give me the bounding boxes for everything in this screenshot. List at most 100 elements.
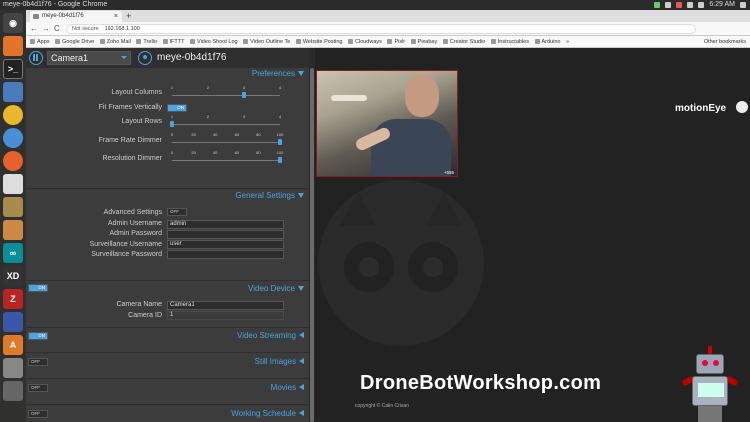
section-general-settings[interactable]: General Settings bbox=[26, 190, 309, 202]
indicator-icon[interactable] bbox=[654, 2, 661, 8]
layout-columns-slider[interactable]: 1 2 3 4 bbox=[171, 85, 281, 99]
resolution-dimmer-label: Resolution Dimmer bbox=[102, 155, 162, 162]
advanced-settings-label: Advanced Settings bbox=[103, 209, 162, 216]
slider-tick-label: 0 bbox=[170, 150, 174, 155]
admin-username-field[interactable]: admin bbox=[167, 220, 284, 229]
launcher: ◉ >_ ∞ XD Z A bbox=[0, 10, 26, 422]
bookmark-label: Pixabay bbox=[417, 39, 438, 45]
new-tab-button[interactable]: + bbox=[126, 11, 131, 21]
other-bookmarks[interactable]: Other bookmarks bbox=[704, 36, 746, 47]
forward-button[interactable]: → bbox=[42, 24, 50, 34]
eclipse-icon[interactable] bbox=[3, 312, 23, 332]
camera-image-part bbox=[405, 75, 439, 117]
owl-ear bbox=[426, 192, 462, 226]
camera-name-field[interactable]: Camera1 bbox=[167, 301, 284, 310]
scrollbar-thumb[interactable] bbox=[310, 68, 314, 422]
chromium-icon[interactable] bbox=[3, 128, 23, 148]
section-video-streaming[interactable]: Video Streaming bbox=[26, 330, 309, 342]
slider-knob[interactable] bbox=[242, 92, 246, 98]
browser-tab[interactable]: meye-0b4d1f76 × bbox=[30, 11, 122, 22]
bookmark-item[interactable]: Cloudways bbox=[348, 36, 382, 47]
arduino-icon[interactable]: ∞ bbox=[3, 243, 23, 263]
settings-icon[interactable] bbox=[740, 2, 746, 8]
firefox-icon[interactable] bbox=[3, 151, 23, 171]
camera-settings-icon[interactable] bbox=[138, 51, 152, 65]
section-title: General Settings bbox=[235, 191, 295, 200]
bookmark-item[interactable]: Arduino bbox=[534, 36, 560, 47]
bookmark-label: Zoho Mail bbox=[106, 39, 131, 45]
clock[interactable]: 6:29 AM bbox=[709, 0, 735, 10]
bookmark-label: Apps bbox=[37, 39, 50, 45]
layout-rows-slider[interactable]: 1 2 3 4 bbox=[170, 114, 281, 128]
bookmark-icon bbox=[136, 39, 142, 44]
chrome-icon[interactable] bbox=[3, 105, 23, 125]
back-button[interactable]: ← bbox=[30, 24, 38, 34]
surveillance-username-field[interactable]: user bbox=[167, 240, 284, 249]
surveillance-password-field[interactable] bbox=[167, 250, 284, 259]
calculator-icon[interactable] bbox=[3, 358, 23, 378]
bookmark-item[interactable]: IFTTT bbox=[162, 36, 184, 47]
bookmark-item[interactable]: Apps bbox=[30, 36, 50, 47]
section-movies[interactable]: Movies bbox=[26, 382, 309, 394]
slider-tick-label: 100 bbox=[276, 150, 284, 155]
slider-tick-label: 80 bbox=[256, 150, 261, 155]
slider-track bbox=[172, 95, 280, 96]
network-icon[interactable] bbox=[687, 2, 694, 8]
software-center-icon[interactable]: A bbox=[3, 335, 23, 355]
filezilla-icon[interactable]: Z bbox=[3, 289, 23, 309]
section-working-schedule[interactable]: Working Schedule bbox=[26, 408, 309, 420]
indicator-icon[interactable] bbox=[676, 2, 683, 8]
bookmark-icon bbox=[30, 39, 35, 44]
bookmark-item[interactable]: Creator Studio bbox=[442, 36, 485, 47]
advanced-settings-toggle[interactable]: OFF bbox=[167, 208, 187, 216]
bookmark-item[interactable]: Google Drive bbox=[55, 36, 94, 47]
admin-password-field[interactable] bbox=[167, 230, 284, 239]
frame-rate-dimmer-slider[interactable]: 0 20 40 60 80 100 bbox=[171, 132, 283, 146]
slider-tick-label: 20 bbox=[191, 150, 196, 155]
pause-icon[interactable] bbox=[29, 51, 43, 65]
bookmark-item[interactable]: Pixlr bbox=[387, 36, 405, 47]
bookmarks-overflow[interactable]: » bbox=[566, 36, 569, 47]
section-still-images[interactable]: Still Images bbox=[26, 356, 309, 368]
fit-frames-label: Fit Frames Vertically bbox=[98, 104, 162, 111]
fit-frames-toggle[interactable]: ON bbox=[167, 104, 187, 112]
resolution-dimmer-slider[interactable]: 0 20 40 60 80 100 bbox=[171, 150, 283, 164]
slider-knob[interactable] bbox=[278, 157, 282, 163]
bookmark-item[interactable]: Website Posting bbox=[295, 36, 342, 47]
camera-id-label: Camera ID bbox=[128, 312, 162, 319]
bookmark-item[interactable]: Video Shoot Log bbox=[190, 36, 238, 47]
section-video-device[interactable]: Video Device bbox=[26, 283, 309, 295]
indicator-icon[interactable] bbox=[665, 2, 672, 8]
text-editor-icon[interactable] bbox=[3, 174, 23, 194]
dash-icon[interactable]: ◉ bbox=[3, 13, 23, 33]
slider-knob[interactable] bbox=[170, 121, 174, 127]
tab-close-icon[interactable]: × bbox=[114, 11, 118, 22]
reload-button[interactable]: C bbox=[54, 24, 60, 34]
owl-eye bbox=[408, 242, 458, 292]
files-icon[interactable] bbox=[3, 36, 23, 56]
url-field[interactable]: Not secure 192.168.1.100 bbox=[66, 24, 696, 34]
slider-knob[interactable] bbox=[278, 139, 282, 145]
camera-select[interactable]: Camera1 bbox=[47, 51, 131, 65]
bookmark-item[interactable]: Trello bbox=[136, 36, 157, 47]
trash-icon[interactable] bbox=[3, 381, 23, 401]
volume-icon[interactable] bbox=[698, 2, 705, 8]
bookmark-item[interactable]: Pixabay bbox=[410, 36, 438, 47]
security-indicator[interactable]: Not secure bbox=[72, 26, 99, 32]
layout-rows-label: Layout Rows bbox=[121, 118, 162, 125]
camera-frame[interactable]: +555 bbox=[316, 70, 458, 177]
bookmark-item[interactable]: Zoho Mail bbox=[99, 36, 131, 47]
url-text: 192.168.1.100 bbox=[104, 26, 140, 32]
screen: meye-0b4d1f76 - Google Chrome 6:29 AM ◉ … bbox=[0, 0, 750, 422]
photo-icon[interactable] bbox=[3, 220, 23, 240]
section-preferences[interactable]: Preferences bbox=[26, 68, 309, 80]
panel-scrollbar[interactable] bbox=[309, 48, 315, 422]
xod-icon[interactable]: XD bbox=[3, 266, 23, 286]
bookmark-item[interactable]: Instructables bbox=[490, 36, 529, 47]
network-icon[interactable] bbox=[3, 82, 23, 102]
terminal-icon[interactable]: >_ bbox=[3, 59, 23, 79]
section-title: Video Streaming bbox=[237, 331, 296, 340]
slider-tick-label: 1 bbox=[170, 114, 174, 119]
bookmark-item[interactable]: Video Outline Te bbox=[243, 36, 290, 47]
gimp-icon[interactable] bbox=[3, 197, 23, 217]
